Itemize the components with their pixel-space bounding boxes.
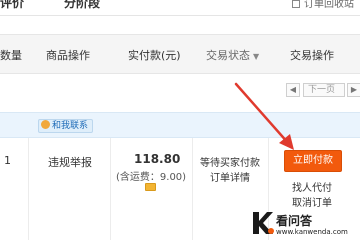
- proxy-pay-link[interactable]: 找人代付: [292, 179, 332, 194]
- order-quantity: 1: [4, 154, 11, 167]
- watermark-logo: [253, 212, 274, 234]
- table-header: 数量 商品操作 实付款(元) 交易状态 ▼ 交易操作: [0, 34, 360, 74]
- divider: [28, 138, 29, 240]
- header-trade-status: 交易状态: [206, 49, 250, 62]
- order-price: 118.80: [134, 152, 181, 166]
- header-trade-ops: 交易操作: [290, 49, 334, 62]
- pagination: ◀ 下一页 ▶: [0, 74, 360, 106]
- top-tab-bar: 评价 分阶段 订单回收站: [0, 0, 360, 16]
- trade-status-filter[interactable]: 交易状态 ▼: [206, 47, 259, 63]
- divider: [192, 138, 193, 240]
- order-status: 等待买家付款: [200, 158, 260, 169]
- header-product-ops: 商品操作: [46, 49, 90, 62]
- next-page-button[interactable]: 下一页: [303, 83, 345, 97]
- next-arrow-button[interactable]: ▶: [347, 83, 360, 97]
- cancel-order-link[interactable]: 取消订单: [292, 194, 332, 209]
- order-detail-link[interactable]: 订单详情: [210, 169, 250, 184]
- pay-now-button[interactable]: 立即付款: [284, 150, 342, 172]
- watermark: 看问答 www.kanwenda.com: [248, 208, 360, 240]
- contact-icon: [41, 120, 50, 129]
- violation-report-link[interactable]: 违规举报: [48, 154, 92, 170]
- order-list-page: 评价 分阶段 订单回收站 数量 商品操作 实付款(元) 交易状态 ▼ 交易操作 ◀…: [0, 0, 360, 240]
- header-paid-amount: 实付款(元): [128, 49, 181, 62]
- recycle-bin-icon: [292, 0, 300, 8]
- recycle-bin-label: 订单回收站: [304, 0, 354, 10]
- prev-page-button[interactable]: ◀: [286, 83, 300, 97]
- tab-review[interactable]: 评价: [0, 0, 24, 11]
- shipping-fee: (含运费：9.00): [116, 172, 187, 183]
- tab-staged[interactable]: 分阶段: [64, 0, 100, 11]
- caret-down-icon: ▼: [253, 52, 260, 61]
- divider: [110, 138, 111, 240]
- contact-label: 和我联系: [52, 121, 89, 131]
- contact-seller-button[interactable]: 和我联系: [38, 119, 94, 133]
- recycle-bin-link[interactable]: 订单回收站: [292, 0, 354, 10]
- order-header-band: 和我联系: [0, 112, 360, 138]
- watermark-en: www.kanwenda.com: [276, 228, 348, 236]
- pay-card-icon: [145, 183, 156, 191]
- watermark-cn: 看问答: [276, 214, 313, 228]
- header-quantity: 数量: [0, 49, 22, 62]
